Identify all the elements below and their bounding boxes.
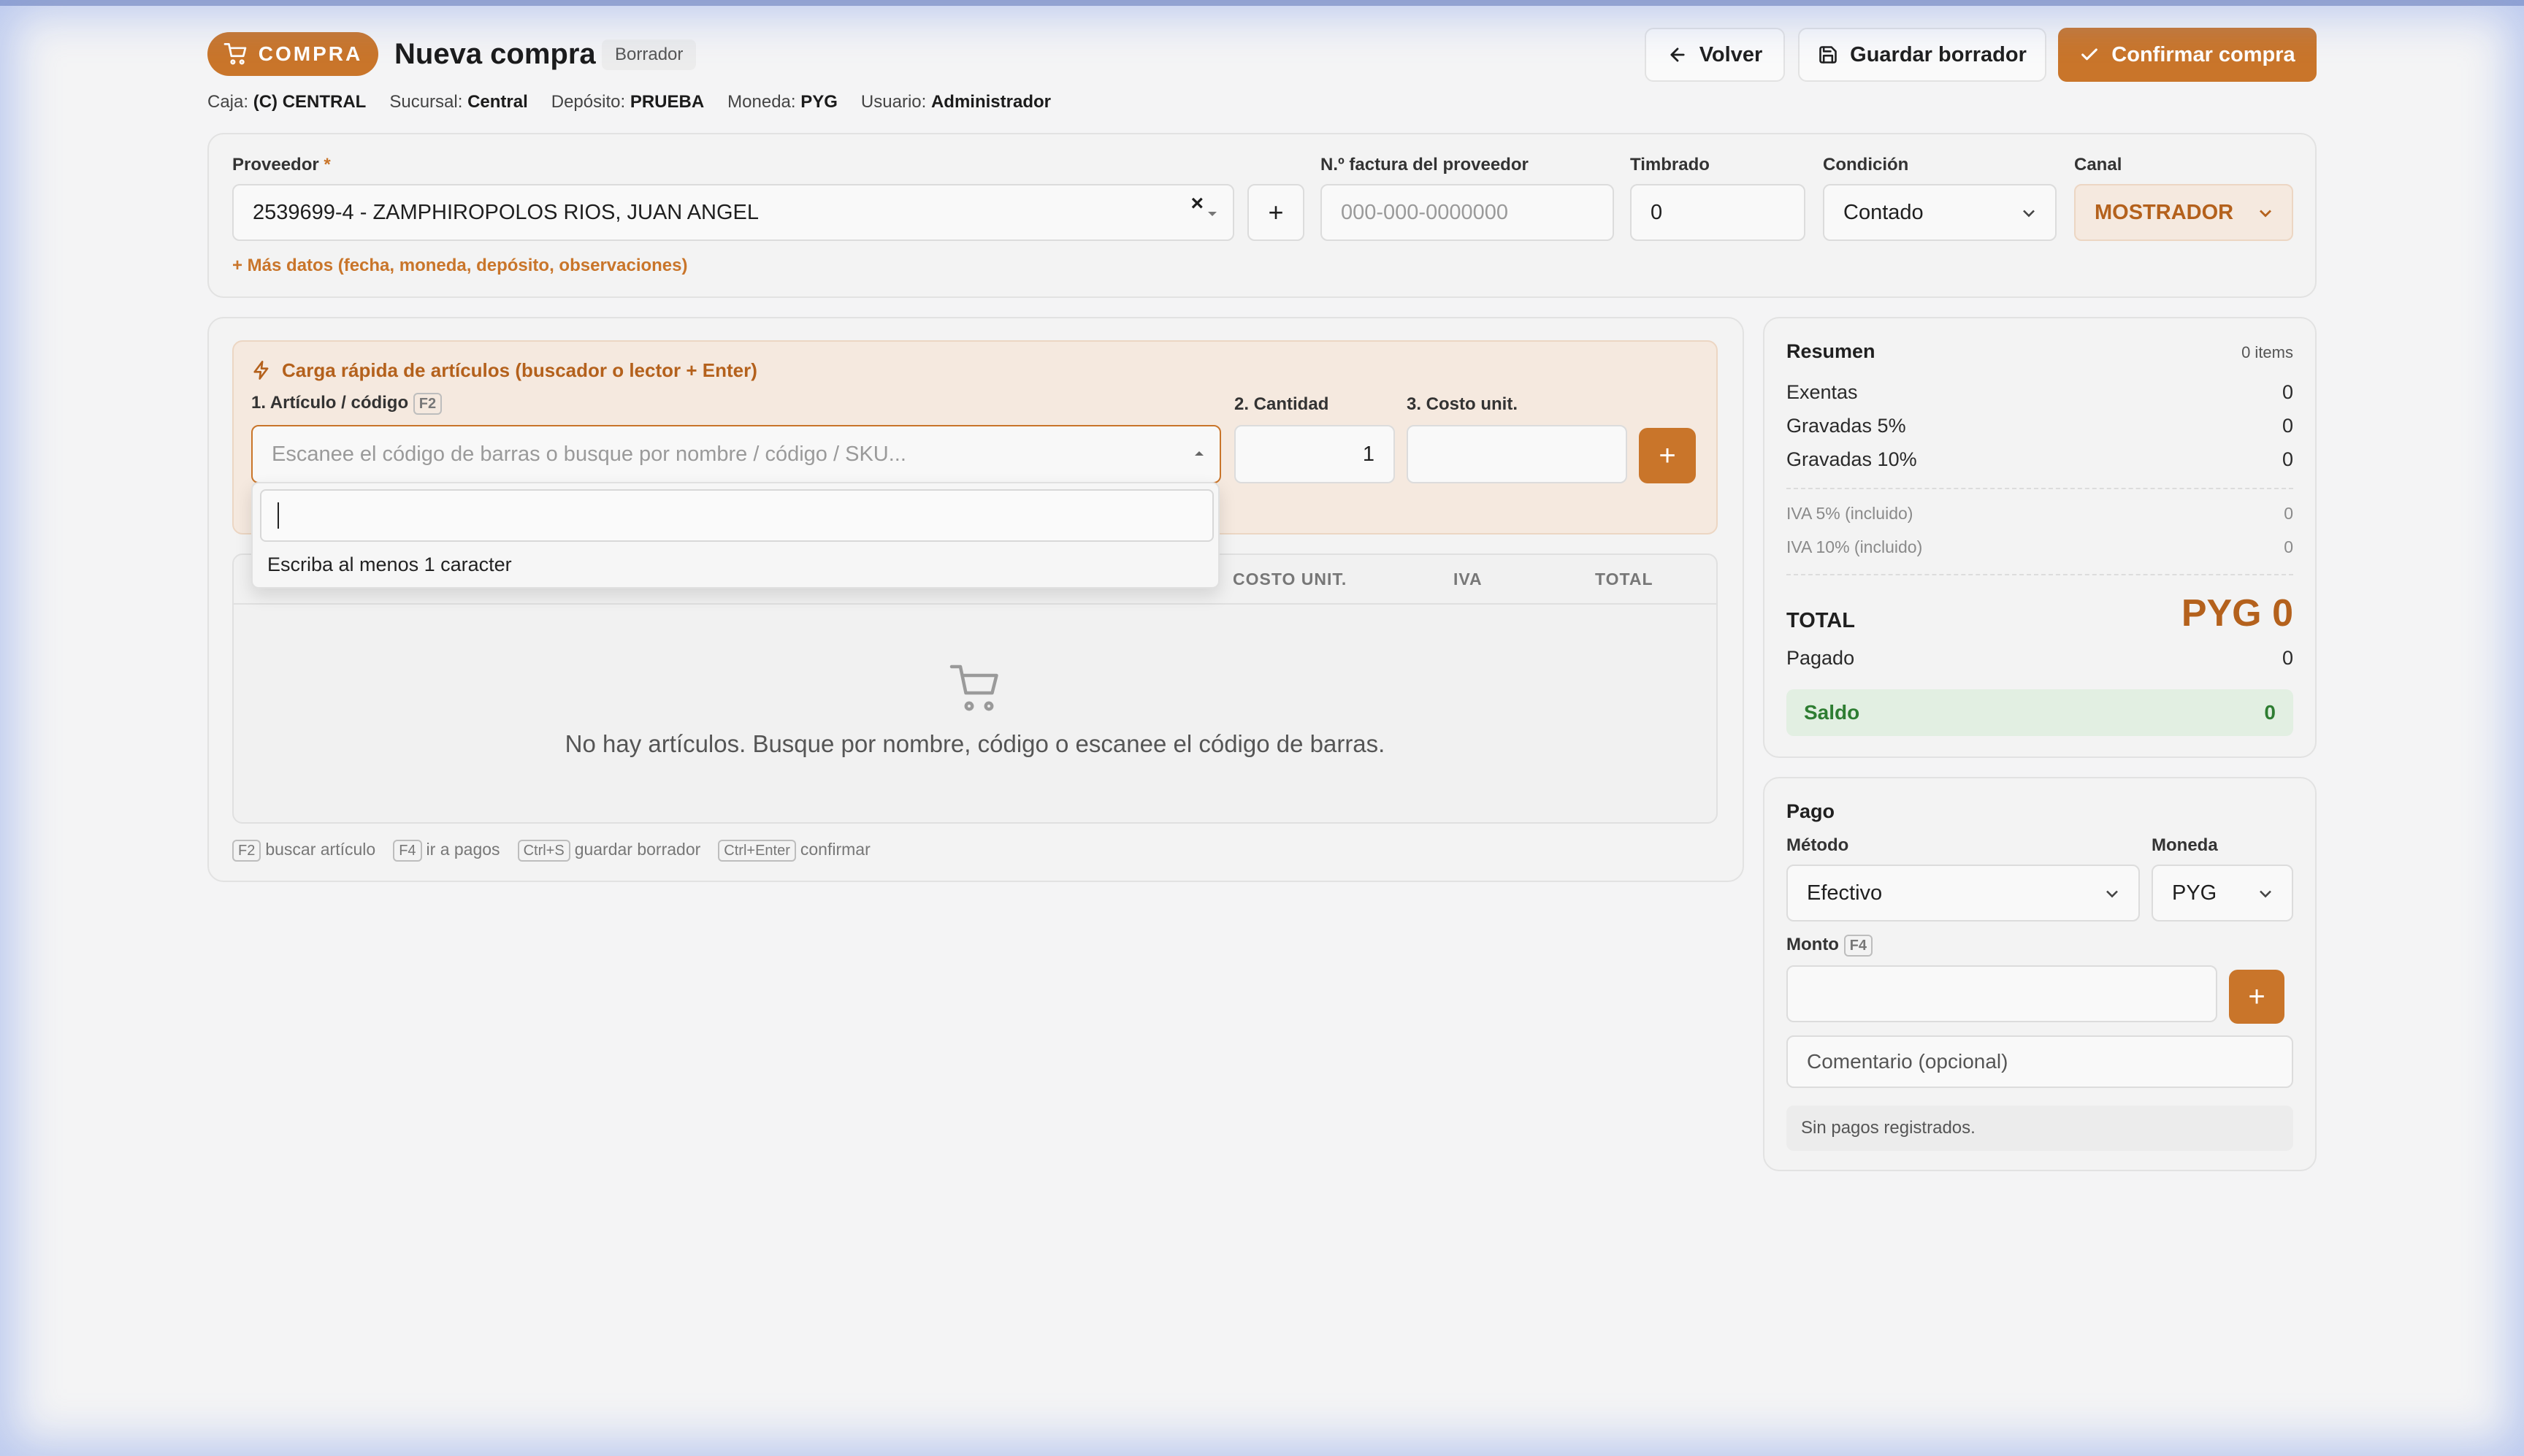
saldo-row: Saldo 0 xyxy=(1786,689,2293,736)
page-header: COMPRA Nueva compra Borrador Volver Guar… xyxy=(207,28,2317,82)
summary-pagado: Pagado 0 xyxy=(1786,647,2293,669)
items-card: Carga rápida de artículos (buscador o le… xyxy=(207,317,1744,882)
divider xyxy=(1786,574,2293,575)
info-caja: Caja: (C) CENTRAL xyxy=(207,92,367,112)
divider xyxy=(1786,488,2293,489)
summary-title: Resumen xyxy=(1786,340,1875,362)
factura-input[interactable]: 000-000-0000000 xyxy=(1320,184,1614,241)
chevron-down-icon xyxy=(2260,890,2271,898)
summary-exentas: Exentas 0 xyxy=(1786,381,2293,403)
shortcut-hint: Ctrl+S guardar borrador xyxy=(517,840,700,862)
article-label: 1. Artículo / código F2 xyxy=(251,393,446,415)
f4-key-hint: F4 xyxy=(1843,935,1873,957)
comment-input[interactable]: Comentario (opcional) xyxy=(1786,1035,2293,1088)
column-header-total: TOTAL xyxy=(1595,570,1653,589)
canal-select[interactable]: MOSTRADOR xyxy=(2074,184,2293,241)
condicion-select[interactable]: Contado xyxy=(1823,184,2057,241)
cart-icon xyxy=(223,43,247,65)
add-supplier-button[interactable]: + xyxy=(1247,184,1304,241)
back-button-label: Volver xyxy=(1699,42,1763,66)
save-draft-button[interactable]: Guardar borrador xyxy=(1798,28,2046,82)
column-header-cost: COSTO UNIT. xyxy=(1233,570,1347,589)
no-payments-text: Sin pagos registrados. xyxy=(1786,1106,2293,1151)
timbrado-label: Timbrado xyxy=(1630,155,1710,175)
moneda-select[interactable]: PYG xyxy=(2152,865,2293,922)
payment-card: Pago Método Efectivo Moneda PYG Monto F4… xyxy=(1763,777,2317,1171)
page-title: Nueva compra xyxy=(394,38,596,70)
session-info: Caja: (C) CENTRAL Sucursal: Central Depó… xyxy=(207,92,1051,112)
summary-card: Resumen 0 items Exentas 0 Gravadas 5% 0 Gr… xyxy=(1763,317,2317,758)
window-top-border xyxy=(0,0,2524,6)
compra-badge-label: COMPRA xyxy=(258,42,363,65)
dropdown-hint: Escriba al menos 1 caracter xyxy=(267,553,512,575)
confirm-purchase-button[interactable]: Confirmar compra xyxy=(2058,28,2317,82)
add-item-button[interactable]: + xyxy=(1639,428,1696,483)
save-icon xyxy=(1819,46,1837,64)
caret-down-icon xyxy=(1208,212,1217,216)
bolt-icon xyxy=(253,361,269,380)
moneda-label: Moneda xyxy=(2152,835,2218,855)
dropdown-search-input[interactable] xyxy=(260,489,1214,542)
summary-iva-10: IVA 10% (incluido) 0 xyxy=(1786,537,2293,556)
clear-icon[interactable]: × xyxy=(1190,191,1204,216)
items-table: COSTO UNIT. IVA TOTAL No hay artículos. … xyxy=(232,553,1718,824)
shortcut-hint: F2 buscar artículo xyxy=(232,840,375,862)
proveedor-value: 2539699-4 - ZAMPHIROPOLOS RIOS, JUAN ANG… xyxy=(253,200,760,224)
proveedor-select[interactable]: 2539699-4 - ZAMPHIROPOLOS RIOS, JUAN ANG… xyxy=(232,184,1234,241)
save-draft-button-label: Guardar borrador xyxy=(1850,42,2027,66)
condicion-label: Condición xyxy=(1823,155,1909,175)
unit-cost-input[interactable] xyxy=(1407,425,1627,483)
shortcut-hints: F2 buscar artículo F4 ir a pagos Ctrl+S gua… xyxy=(232,840,871,862)
canal-label: Canal xyxy=(2074,155,2122,175)
timbrado-input[interactable]: 0 xyxy=(1630,184,1805,241)
monto-input[interactable] xyxy=(1786,965,2217,1022)
chevron-down-icon xyxy=(2023,210,2035,218)
shortcut-hint: Ctrl+Enter confirmar xyxy=(718,840,871,862)
more-data-link[interactable]: + Más datos (fecha, moneda, depósito, ob… xyxy=(232,256,688,276)
proveedor-label: Proveedor * xyxy=(232,155,331,175)
items-count: 0 items xyxy=(2241,343,2293,361)
summary-gravadas-5: Gravadas 5% 0 xyxy=(1786,415,2293,437)
supplier-card: Proveedor * 2539699-4 - ZAMPHIROPOLOS RI… xyxy=(207,133,2317,298)
plus-icon: + xyxy=(1659,439,1676,472)
shortcut-hint: F4 ir a pagos xyxy=(393,840,500,862)
chevron-down-icon xyxy=(2106,890,2118,898)
add-payment-button[interactable]: + xyxy=(2229,970,2284,1024)
summary-gravadas-10: Gravadas 10% 0 xyxy=(1786,448,2293,470)
info-moneda: Moneda: PYG xyxy=(727,92,838,112)
total-label: TOTAL xyxy=(1786,609,1855,632)
info-deposito: Depósito: PRUEBA xyxy=(551,92,705,112)
info-sucursal: Sucursal: Central xyxy=(389,92,528,112)
empty-state-text: No hay artículos. Busque por nombre, cód… xyxy=(565,730,1385,757)
back-button[interactable]: Volver xyxy=(1645,28,1785,82)
total-value: PYG 0 xyxy=(2181,592,2293,635)
article-search-input[interactable]: Escanee el código de barras o busque por… xyxy=(251,425,1221,483)
plus-icon: + xyxy=(1268,197,1284,227)
summary-iva-5: IVA 5% (incluido) 0 xyxy=(1786,504,2293,523)
info-usuario: Usuario: Administrador xyxy=(860,92,1051,112)
monto-label: Monto F4 xyxy=(1786,935,1877,957)
chevron-down-icon xyxy=(2260,210,2271,218)
check-icon xyxy=(2081,48,2098,61)
qty-label: 2. Cantidad xyxy=(1234,394,1329,414)
status-badge: Borrador xyxy=(602,39,697,70)
metodo-select[interactable]: Efectivo xyxy=(1786,865,2140,922)
cart-icon xyxy=(949,664,998,711)
caret-up-icon xyxy=(1195,451,1204,456)
metodo-label: Método xyxy=(1786,835,1849,855)
arrow-left-icon xyxy=(1670,47,1685,62)
f2-key-hint: F2 xyxy=(413,393,443,415)
article-search-dropdown: Escriba al menos 1 caracter xyxy=(251,482,1220,589)
confirm-purchase-button-label: Confirmar compra xyxy=(2111,42,2295,66)
factura-label: N.º factura del proveedor xyxy=(1320,155,1529,175)
qty-input[interactable]: 1 xyxy=(1234,425,1395,483)
cost-label: 3. Costo unit. xyxy=(1407,394,1518,414)
text-cursor xyxy=(278,502,279,529)
column-header-iva: IVA xyxy=(1453,570,1483,589)
compra-badge: COMPRA xyxy=(207,32,378,76)
quick-load-title: Carga rápida de artículos (buscador o le… xyxy=(282,359,757,381)
payment-title: Pago xyxy=(1786,800,1835,822)
plus-icon: + xyxy=(2248,980,2265,1013)
